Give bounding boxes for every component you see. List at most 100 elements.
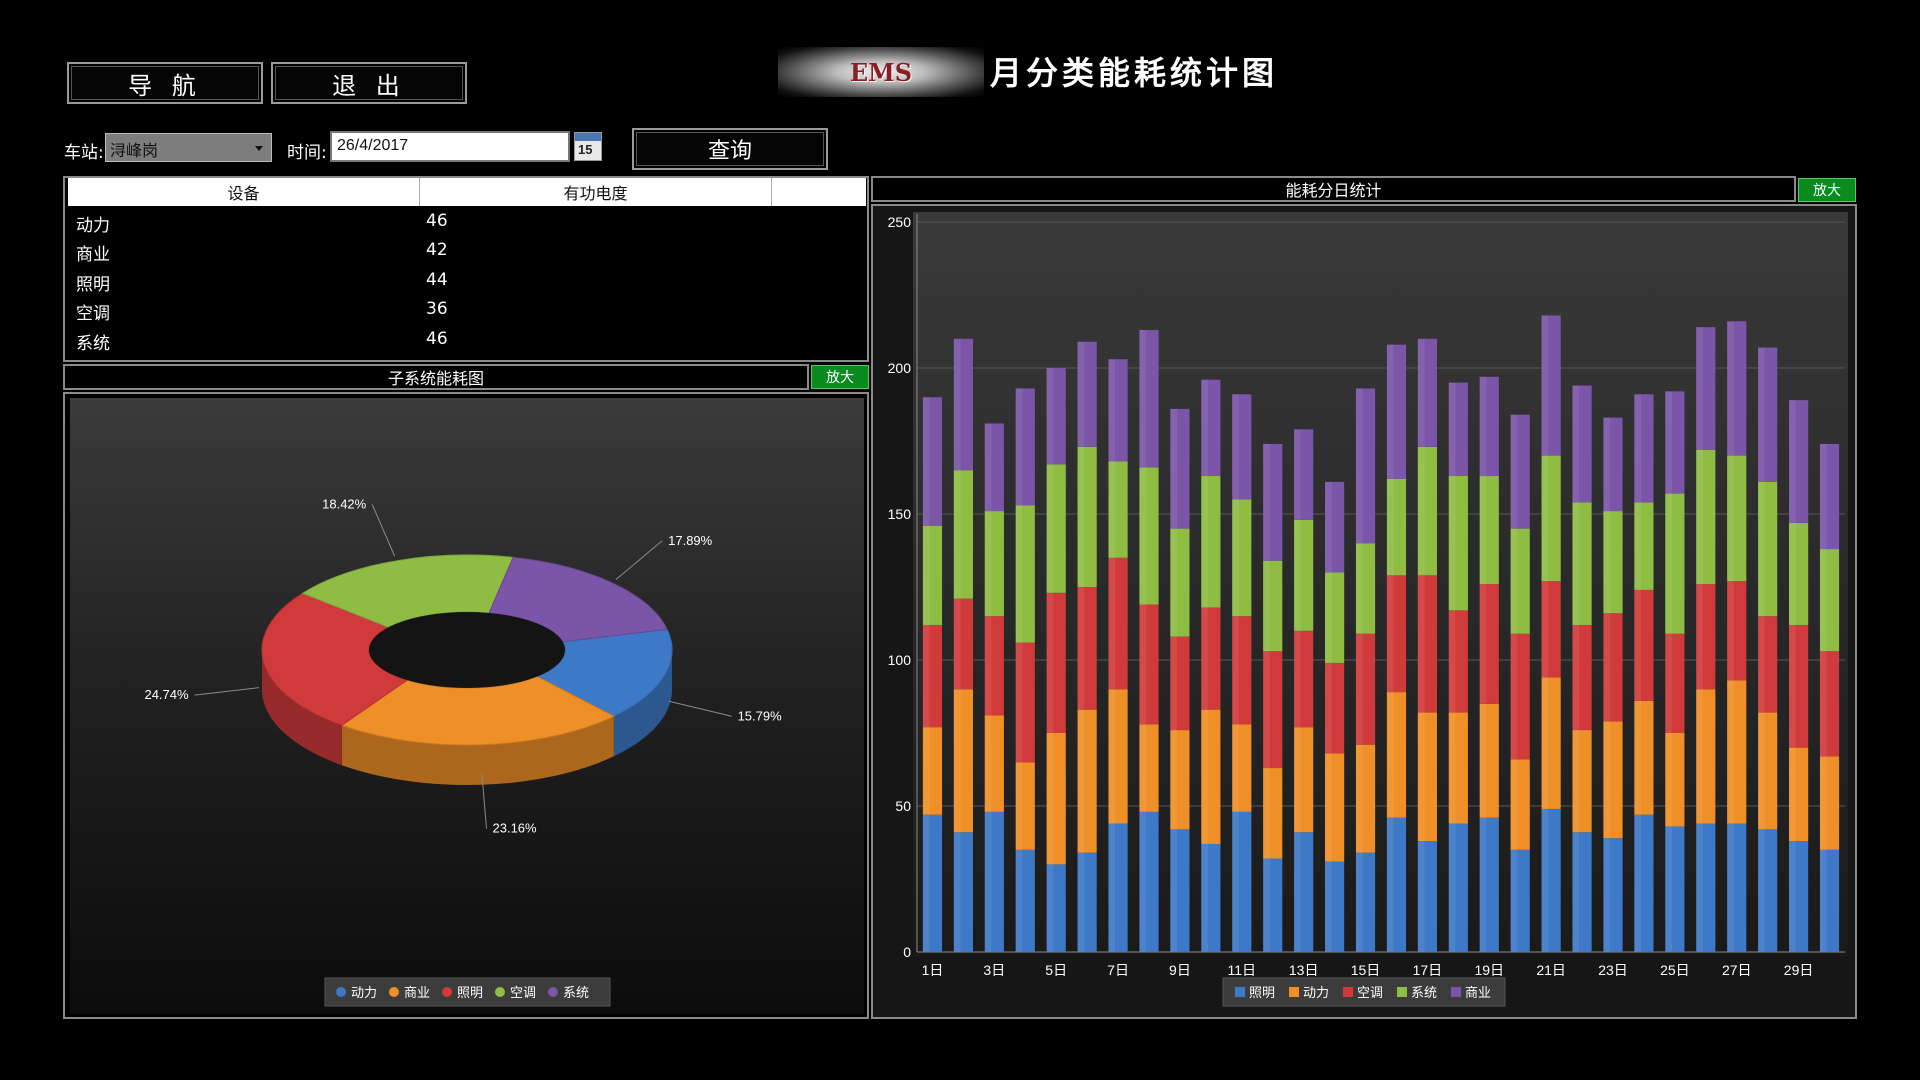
donut-data-label: 23.16%	[493, 821, 538, 836]
bar-highlight	[1170, 829, 1178, 952]
bar-highlight	[1758, 712, 1765, 830]
legend-label: 商业	[404, 985, 430, 1000]
station-label: 车站:	[64, 143, 104, 163]
legend-marker	[1235, 987, 1245, 997]
exit-button[interactable]: 退 出	[271, 62, 467, 104]
y-tick-label: 50	[895, 798, 911, 814]
table-cell-name: 动力	[76, 216, 110, 236]
bar-highlight	[1510, 849, 1518, 952]
chevron-down-icon	[255, 146, 263, 151]
legend-marker	[548, 987, 558, 997]
nav-button[interactable]: 导 航	[67, 62, 263, 104]
bar-highlight	[1325, 481, 1332, 573]
bar-highlight	[1572, 502, 1580, 625]
bar-zoom-button[interactable]: 放大	[1798, 178, 1856, 202]
x-tick-label: 1日	[922, 962, 944, 978]
donut-chart: 15.79% 23.16% 24.74% 18.42% 17.89% 动力 商业 照明 空调 系…	[70, 398, 864, 1014]
legend-label: 商业	[1465, 985, 1491, 1000]
bar-highlight	[1758, 347, 1765, 482]
table-row: 照明 44	[76, 270, 776, 299]
bar-highlight	[1386, 692, 1394, 818]
bar-highlight	[1727, 823, 1734, 952]
bar-highlight	[1603, 838, 1611, 952]
bar-highlight	[1634, 394, 1642, 503]
bar-highlight	[1015, 505, 1023, 643]
page-title: 月分类能耗统计图	[990, 54, 1279, 92]
legend-marker	[442, 987, 452, 997]
bar-highlight	[1603, 613, 1611, 722]
x-tick-label: 11日	[1228, 962, 1257, 978]
bar-highlight	[1046, 592, 1054, 733]
donut-data-label: 17.89%	[668, 533, 713, 548]
bar-highlight	[1634, 814, 1642, 952]
bar-highlight	[1386, 344, 1394, 479]
legend-marker	[1343, 987, 1353, 997]
date-field[interactable]: 26/4/2017	[330, 131, 570, 162]
bar-highlight	[1541, 808, 1549, 952]
bar-highlight	[1479, 376, 1487, 477]
bar-highlight	[1448, 610, 1456, 713]
bar-highlight	[1665, 633, 1672, 733]
table-header-extra	[772, 178, 866, 206]
bar-highlight	[1603, 511, 1611, 614]
bar-highlight	[1572, 385, 1580, 503]
donut-zoom-button[interactable]: 放大	[811, 365, 869, 389]
donut-data-label: 15.79%	[738, 708, 783, 723]
bar-highlight	[1355, 633, 1363, 745]
bar-highlight	[1758, 616, 1765, 713]
bar-highlight	[1479, 584, 1487, 704]
bar-highlight	[1046, 368, 1054, 465]
bar-highlight	[1170, 730, 1178, 830]
bar-highlight	[1665, 733, 1672, 827]
time-label: 时间:	[287, 143, 327, 163]
bar-highlight	[1325, 753, 1332, 862]
x-tick-label: 15日	[1351, 962, 1381, 978]
calendar-icon[interactable]: 15	[574, 132, 602, 161]
bar-highlight	[953, 689, 961, 833]
bar-highlight	[1510, 759, 1518, 850]
station-select[interactable]: 浔峰岗	[105, 133, 272, 162]
x-tick-label: 19日	[1474, 962, 1504, 978]
bar-highlight	[1325, 861, 1332, 952]
bar-highlight	[1170, 528, 1178, 637]
bar-highlight	[1510, 633, 1518, 760]
bar-highlight	[1325, 662, 1332, 754]
x-tick-label: 29日	[1784, 962, 1814, 978]
bar-highlight	[984, 811, 992, 952]
bar-highlight	[1541, 455, 1549, 582]
bar-highlight	[1294, 630, 1301, 728]
bar-highlight	[1015, 642, 1023, 763]
x-tick-label: 17日	[1413, 962, 1443, 978]
bar-highlight	[953, 598, 961, 690]
x-tick-label: 21日	[1536, 962, 1566, 978]
bar-highlight	[1108, 461, 1116, 558]
bar-highlight	[1077, 852, 1085, 952]
bar-highlight	[1448, 382, 1456, 477]
bar-highlight	[1263, 560, 1270, 652]
bar-highlight	[1758, 481, 1765, 617]
bar-highlight	[1263, 651, 1270, 769]
table-cell-value: 46	[426, 329, 448, 349]
bar-highlight	[1696, 584, 1703, 690]
bar-highlight	[922, 624, 930, 728]
bar-highlight	[1077, 446, 1085, 587]
bar-highlight	[1108, 359, 1116, 462]
table-cell-value: 44	[426, 270, 448, 290]
bar-highlight	[1819, 651, 1827, 757]
bar-highlight	[1232, 394, 1239, 500]
bar-highlight	[1789, 841, 1796, 952]
bar-highlight	[1232, 811, 1239, 952]
bar-highlight	[1139, 330, 1147, 468]
legend-label: 空调	[510, 985, 536, 1000]
legend-label: 照明	[1249, 985, 1275, 1000]
query-button[interactable]: 查询	[632, 128, 828, 170]
legend-label: 空调	[1357, 985, 1383, 1000]
x-tick-label: 7日	[1107, 962, 1129, 978]
bar-highlight	[922, 727, 930, 815]
bar-highlight	[1572, 624, 1580, 731]
table-header-device: 设备	[68, 178, 420, 206]
bar-highlight	[1232, 724, 1239, 812]
bar-highlight	[1417, 841, 1425, 952]
table-row: 系统 46	[76, 329, 776, 358]
bar-highlight	[1479, 703, 1487, 818]
